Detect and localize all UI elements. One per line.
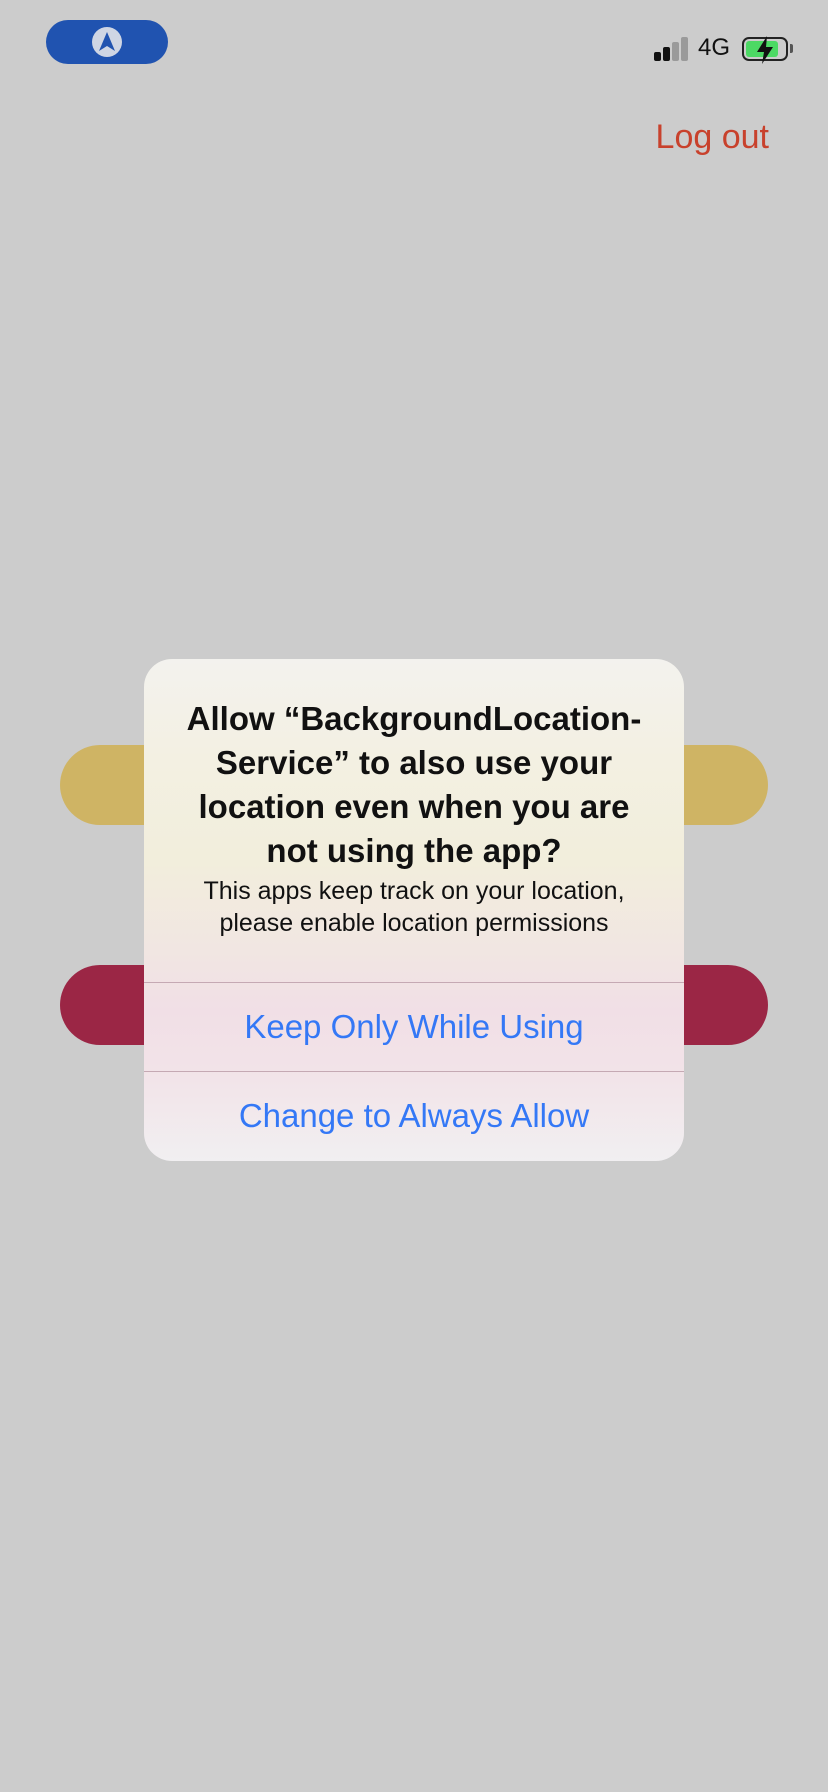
battery-icon [742, 36, 788, 64]
keep-while-using-button[interactable]: Keep Only While Using [144, 983, 684, 1071]
status-bar: 4G [0, 0, 828, 100]
charging-bolt-icon [757, 36, 773, 64]
location-indicator[interactable] [46, 20, 168, 64]
battery-cap [790, 44, 793, 53]
logout-button[interactable]: Log out [656, 118, 769, 157]
alert-message: This apps keep track on your location, p… [203, 877, 625, 937]
alert-title: Allow “BackgroundLocation-Service” to al… [186, 700, 642, 869]
network-type: 4G [698, 34, 731, 61]
location-permission-alert: Allow “BackgroundLocation-Service” to al… [144, 659, 684, 1161]
change-to-always-allow-button[interactable]: Change to Always Allow [144, 1072, 684, 1160]
location-arrow-icon [92, 27, 122, 57]
cellular-signal-icon [654, 37, 690, 61]
